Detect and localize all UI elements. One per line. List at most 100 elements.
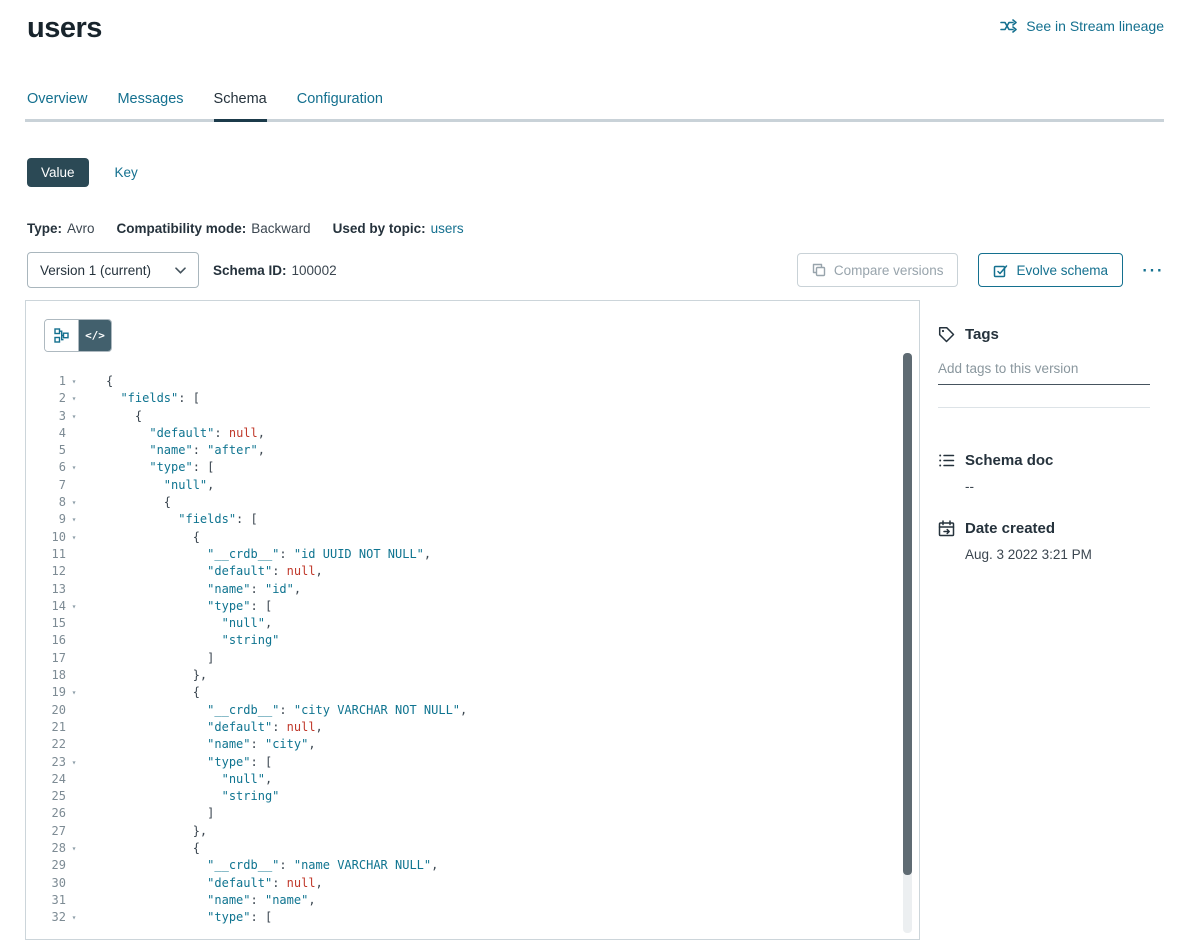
tab-overview[interactable]: Overview [27, 91, 87, 119]
date-created-title: Date created [965, 520, 1055, 537]
line-number: 26 [26, 805, 66, 822]
line-number: 16 [26, 632, 66, 649]
fold-toggle-icon[interactable]: ▾ [66, 754, 82, 771]
more-options-button[interactable]: ⋯ [1141, 265, 1164, 275]
code-text: "fields": [ [106, 390, 200, 407]
tab-bar: Overview Messages Schema Configuration [25, 91, 1164, 122]
type-label: Type: [27, 221, 62, 236]
line-number: 15 [26, 615, 66, 632]
fold-toggle-icon[interactable]: ▾ [66, 840, 82, 857]
line-number: 25 [26, 788, 66, 805]
line-number: 21 [26, 719, 66, 736]
fold-toggle-icon[interactable]: ▾ [66, 373, 82, 390]
line-number: 9 [26, 511, 66, 528]
fold-spacer [66, 736, 82, 753]
fold-toggle-icon[interactable]: ▾ [66, 598, 82, 615]
fold-toggle-icon[interactable]: ▾ [66, 511, 82, 528]
tab-schema[interactable]: Schema [214, 91, 267, 119]
line-number: 4 [26, 425, 66, 442]
code-line: 21 "default": null, [26, 719, 919, 736]
code-text: "name": "after", [106, 442, 265, 459]
code-text: { [106, 684, 200, 701]
date-created-section: Date created Aug. 3 2022 3:21 PM [938, 520, 1150, 562]
code-line: 13 "name": "id", [26, 581, 919, 598]
line-number: 8 [26, 494, 66, 511]
value-toggle-button[interactable]: Value [27, 158, 89, 187]
schema-meta: Type: Avro Compatibility mode: Backward … [27, 221, 1189, 236]
code-line: 3▾ { [26, 408, 919, 425]
code-text: ] [106, 650, 214, 667]
code-line: 11 "__crdb__": "id UUID NOT NULL", [26, 546, 919, 563]
code-text: "type": [ [106, 598, 272, 615]
code-text: "default": null, [106, 719, 323, 736]
compare-label: Compare versions [834, 263, 944, 278]
code-line: 1▾{ [26, 373, 919, 390]
scrollbar-thumb[interactable] [903, 353, 912, 875]
code-line: 28▾ { [26, 840, 919, 857]
code-text: "type": [ [106, 909, 272, 926]
code-text: "default": null, [106, 563, 323, 580]
code-line: 26 ] [26, 805, 919, 822]
fold-spacer [66, 563, 82, 580]
fold-toggle-icon[interactable]: ▾ [66, 390, 82, 407]
editor-scrollbar[interactable] [903, 353, 912, 933]
code-line: 20 "__crdb__": "city VARCHAR NOT NULL", [26, 702, 919, 719]
meta-topic: Used by topic: users [333, 221, 464, 236]
fold-spacer [66, 875, 82, 892]
tree-view-button[interactable] [45, 320, 78, 351]
code-text: }, [106, 823, 207, 840]
fold-spacer [66, 581, 82, 598]
fold-toggle-icon[interactable]: ▾ [66, 459, 82, 476]
schema-id: Schema ID: 100002 [213, 263, 337, 278]
version-select[interactable]: Version 1 (current) [27, 252, 199, 288]
stream-lineage-link[interactable]: See in Stream lineage [1000, 18, 1164, 34]
code-line: 14▾ "type": [ [26, 598, 919, 615]
code-line: 17 ] [26, 650, 919, 667]
code-text: "name": "id", [106, 581, 301, 598]
stream-lineage-icon [1000, 19, 1018, 33]
tags-title: Tags [965, 326, 999, 343]
fold-toggle-icon[interactable]: ▾ [66, 408, 82, 425]
code-text: "type": [ [106, 459, 214, 476]
code-line: 24 "null", [26, 771, 919, 788]
fold-toggle-icon[interactable]: ▾ [66, 684, 82, 701]
schema-id-value: 100002 [292, 263, 337, 278]
code-text: { [106, 373, 113, 390]
meta-compatibility: Compatibility mode: Backward [117, 221, 311, 236]
code-text: "null", [106, 771, 272, 788]
date-created-value: Aug. 3 2022 3:21 PM [938, 547, 1150, 562]
topic-link[interactable]: users [431, 221, 464, 236]
fold-toggle-icon[interactable]: ▾ [66, 909, 82, 926]
fold-spacer [66, 771, 82, 788]
fold-toggle-icon[interactable]: ▾ [66, 529, 82, 546]
schema-doc-header: Schema doc [938, 452, 1150, 469]
code-line: 10▾ { [26, 529, 919, 546]
line-number: 12 [26, 563, 66, 580]
evolve-schema-button[interactable]: Evolve schema [978, 253, 1123, 287]
code-line: 29 "__crdb__": "name VARCHAR NULL", [26, 857, 919, 874]
add-tags-input[interactable] [938, 357, 1150, 385]
code-line: 2▾ "fields": [ [26, 390, 919, 407]
evolve-icon [993, 263, 1008, 278]
version-select-value: Version 1 (current) [40, 263, 151, 278]
tab-messages[interactable]: Messages [117, 91, 183, 119]
code-text: ] [106, 805, 214, 822]
topbar: users See in Stream lineage [0, 0, 1189, 45]
tag-icon [938, 326, 955, 343]
tab-configuration[interactable]: Configuration [297, 91, 383, 119]
compare-versions-button[interactable]: Compare versions [797, 253, 959, 287]
code-view-button[interactable]: </> [78, 320, 111, 351]
line-number: 24 [26, 771, 66, 788]
code-line: 8▾ { [26, 494, 919, 511]
line-number: 2 [26, 390, 66, 407]
key-toggle-button[interactable]: Key [115, 165, 138, 180]
code-text: "__crdb__": "city VARCHAR NOT NULL", [106, 702, 467, 719]
code-line: 5 "name": "after", [26, 442, 919, 459]
line-number: 30 [26, 875, 66, 892]
fold-toggle-icon[interactable]: ▾ [66, 494, 82, 511]
fold-spacer [66, 667, 82, 684]
compatibility-label: Compatibility mode: [117, 221, 247, 236]
code-lines: 1▾{2▾ "fields": [3▾ {4 "default": null,5… [26, 373, 919, 927]
chevron-down-icon [175, 267, 186, 274]
line-number: 6 [26, 459, 66, 476]
